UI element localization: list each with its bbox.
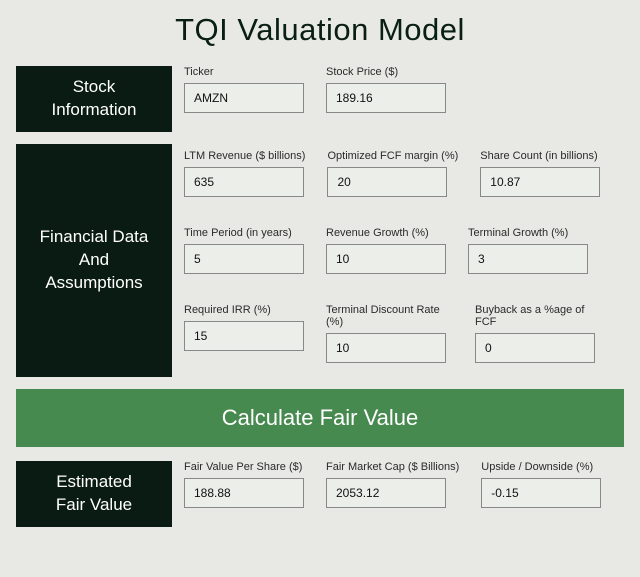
field-fcf-margin: Optimized FCF margin (%): [327, 150, 458, 197]
label-revenue-growth: Revenue Growth (%): [326, 227, 446, 239]
input-upside-downside[interactable]: [481, 478, 601, 508]
input-fair-market-cap[interactable]: [326, 478, 446, 508]
label-ltm-revenue: LTM Revenue ($ billions): [184, 150, 305, 162]
section-heading-stock: StockInformation: [16, 66, 172, 132]
field-ticker: Ticker: [184, 66, 304, 113]
label-time-period: Time Period (in years): [184, 227, 304, 239]
field-upside-downside: Upside / Downside (%): [481, 461, 601, 508]
label-fair-value-per-share: Fair Value Per Share ($): [184, 461, 304, 473]
field-ltm-revenue: LTM Revenue ($ billions): [184, 150, 305, 197]
label-fair-market-cap: Fair Market Cap ($ Billions): [326, 461, 459, 473]
label-required-irr: Required IRR (%): [184, 304, 304, 316]
input-fcf-margin[interactable]: [327, 167, 447, 197]
section-estimated-fair-value: EstimatedFair Value Fair Value Per Share…: [0, 461, 640, 527]
field-fair-market-cap: Fair Market Cap ($ Billions): [326, 461, 459, 508]
calculate-fair-value-button[interactable]: Calculate Fair Value: [16, 389, 624, 447]
label-buyback: Buyback as a %age of FCF: [475, 304, 602, 328]
field-buyback: Buyback as a %age of FCF: [475, 304, 602, 363]
input-ltm-revenue[interactable]: [184, 167, 304, 197]
input-ticker[interactable]: [184, 83, 304, 113]
page-title: TQI Valuation Model: [0, 0, 640, 66]
section-heading-financial: Financial DataAndAssumptions: [16, 144, 172, 377]
input-buyback[interactable]: [475, 333, 595, 363]
field-time-period: Time Period (in years): [184, 227, 304, 274]
field-fair-value-per-share: Fair Value Per Share ($): [184, 461, 304, 508]
label-terminal-growth: Terminal Growth (%): [468, 227, 588, 239]
label-ticker: Ticker: [184, 66, 304, 78]
input-required-irr[interactable]: [184, 321, 304, 351]
input-fair-value-per-share[interactable]: [184, 478, 304, 508]
input-share-count[interactable]: [480, 167, 600, 197]
label-share-count: Share Count (in billions): [480, 150, 600, 162]
section-financial-data: Financial DataAndAssumptions LTM Revenue…: [0, 144, 640, 377]
label-terminal-discount: Terminal Discount Rate (%): [326, 304, 453, 328]
label-upside-downside: Upside / Downside (%): [481, 461, 601, 473]
field-terminal-growth: Terminal Growth (%): [468, 227, 588, 274]
label-stock-price: Stock Price ($): [326, 66, 446, 78]
section-heading-estimated: EstimatedFair Value: [16, 461, 172, 527]
input-terminal-growth[interactable]: [468, 244, 588, 274]
input-terminal-discount[interactable]: [326, 333, 446, 363]
field-revenue-growth: Revenue Growth (%): [326, 227, 446, 274]
label-fcf-margin: Optimized FCF margin (%): [327, 150, 458, 162]
input-time-period[interactable]: [184, 244, 304, 274]
field-terminal-discount: Terminal Discount Rate (%): [326, 304, 453, 363]
field-stock-price: Stock Price ($): [326, 66, 446, 113]
input-stock-price[interactable]: [326, 83, 446, 113]
input-revenue-growth[interactable]: [326, 244, 446, 274]
section-stock-information: StockInformation Ticker Stock Price ($): [0, 66, 640, 132]
field-required-irr: Required IRR (%): [184, 304, 304, 363]
field-share-count: Share Count (in billions): [480, 150, 600, 197]
